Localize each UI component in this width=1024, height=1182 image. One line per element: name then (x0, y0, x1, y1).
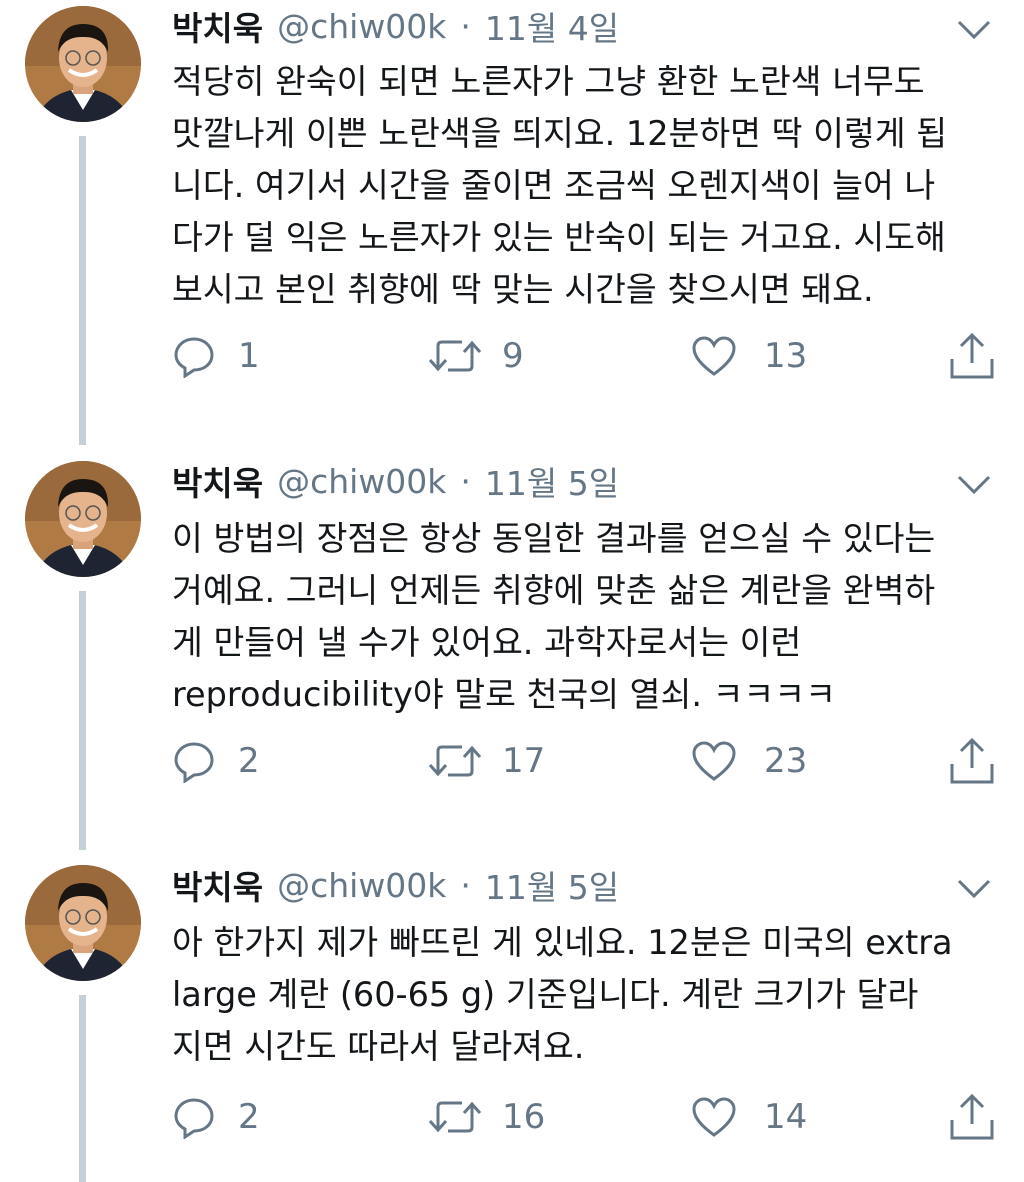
separator: · (460, 461, 471, 501)
retweet-button[interactable]: 17 (426, 731, 545, 791)
heart-icon (690, 739, 738, 783)
like-count: 14 (764, 1097, 808, 1137)
like-button[interactable]: 23 (690, 731, 807, 791)
tweet[interactable]: 박치욱 @chiw00k · 11월 5일 이 방법의 장점은 항상 동일한 결… (0, 455, 1024, 850)
display-name[interactable]: 박치욱 (172, 2, 263, 50)
share-button[interactable] (948, 326, 996, 386)
tweet-text-line: 거예요. 그러니 언제든 취향에 맞춘 삶은 계란을 완벽하 (172, 571, 936, 610)
chevron-down-icon[interactable] (956, 473, 992, 497)
timestamp[interactable]: 11월 5일 (485, 457, 619, 505)
tweet-text-line: 다가 덜 익은 노른자가 있는 반숙이 되는 거고요. 시도해 (172, 218, 946, 257)
handle[interactable]: @chiw00k (277, 866, 446, 905)
tweet-text-line: 맛깔나게 이쁜 노란색을 띄지요. 12분하면 딱 이렇게 됩 (172, 114, 948, 153)
tweet-text-line: 아 한가지 제가 빠뜨린 게 있네요. 12분은 미국의 extra (172, 923, 953, 962)
reply-count: 1 (238, 336, 260, 376)
avatar[interactable] (25, 865, 141, 981)
reply-button[interactable]: 2 (172, 731, 260, 791)
tweet[interactable]: 박치욱 @chiw00k · 11월 4일 적당히 완숙이 되면 노른자가 그냥… (0, 0, 1024, 445)
reply-count: 2 (238, 741, 260, 781)
share-icon (948, 331, 996, 381)
handle[interactable]: @chiw00k (277, 462, 446, 501)
tweet-header: 박치욱 @chiw00k · 11월 5일 (172, 455, 619, 507)
thread-line (79, 591, 86, 850)
avatar[interactable] (25, 6, 141, 122)
display-name[interactable]: 박치욱 (172, 457, 263, 505)
retweet-count: 9 (502, 336, 524, 376)
tweet-text-line: 적당히 완숙이 되면 노른자가 그냥 환한 노란색 너무도 (172, 62, 925, 101)
action-bar: 1 9 13 (0, 326, 1024, 386)
reply-count: 2 (238, 1097, 260, 1137)
tweet-text-line: 게 만들어 낼 수가 있어요. 과학자로서는 이런 (172, 623, 802, 662)
timestamp[interactable]: 11월 5일 (485, 861, 619, 909)
retweet-icon (426, 739, 484, 783)
tweet[interactable]: 박치욱 @chiw00k · 11월 5일 아 한가지 제가 빠뜨린 게 있네요… (0, 859, 1024, 1182)
share-icon (948, 736, 996, 786)
chevron-down-icon[interactable] (956, 877, 992, 901)
avatar[interactable] (25, 461, 141, 577)
reply-button[interactable]: 1 (172, 326, 260, 386)
share-button[interactable] (948, 1087, 996, 1147)
heart-icon (690, 1095, 738, 1139)
tweet-header: 박치욱 @chiw00k · 11월 4일 (172, 0, 619, 52)
reply-icon (172, 739, 216, 783)
thread-line (79, 136, 86, 445)
tweet-header: 박치욱 @chiw00k · 11월 5일 (172, 859, 619, 911)
separator: · (460, 6, 471, 46)
like-button[interactable]: 14 (690, 1087, 807, 1147)
retweet-button[interactable]: 9 (426, 326, 524, 386)
separator: · (460, 865, 471, 905)
tweet-text-line: 이 방법의 장점은 항상 동일한 결과를 얻으실 수 있다는 (172, 519, 936, 558)
timestamp[interactable]: 11월 4일 (485, 2, 619, 50)
like-count: 23 (764, 741, 808, 781)
tweet-text-line: large 계란 (60-65 g) 기준입니다. 계란 크기가 달라 (172, 975, 919, 1014)
retweet-icon (426, 334, 484, 378)
like-count: 13 (764, 336, 808, 376)
retweet-icon (426, 1095, 484, 1139)
reply-icon (172, 1095, 216, 1139)
retweet-count: 16 (502, 1097, 546, 1137)
reply-button[interactable]: 2 (172, 1087, 260, 1147)
action-bar: 2 17 23 (0, 731, 1024, 791)
chevron-down-icon[interactable] (956, 18, 992, 42)
tweet-text: 적당히 완숙이 되면 노른자가 그냥 환한 노란색 너무도 맛깔나게 이쁜 노란… (172, 56, 1002, 316)
like-button[interactable]: 13 (690, 326, 807, 386)
share-icon (948, 1092, 996, 1142)
handle[interactable]: @chiw00k (277, 7, 446, 46)
share-button[interactable] (948, 731, 996, 791)
display-name[interactable]: 박치욱 (172, 861, 263, 909)
tweet-text: 아 한가지 제가 빠뜨린 게 있네요. 12분은 미국의 extra large… (172, 917, 1002, 1073)
retweet-count: 17 (502, 741, 546, 781)
retweet-button[interactable]: 16 (426, 1087, 545, 1147)
tweet-text-line: reproducibility야 말로 천국의 열쇠. ㅋㅋㅋㅋ (172, 675, 836, 714)
action-bar: 2 16 14 (0, 1087, 1024, 1147)
heart-icon (690, 334, 738, 378)
tweet-text: 이 방법의 장점은 항상 동일한 결과를 얻으실 수 있다는 거예요. 그러니 … (172, 513, 1002, 721)
tweet-text-line: 보시고 본인 취향에 딱 맞는 시간을 찾으시면 돼요. (172, 270, 874, 309)
reply-icon (172, 334, 216, 378)
tweet-text-line: 지면 시간도 따라서 달라져요. (172, 1027, 585, 1066)
tweet-text-line: 니다. 여기서 시간을 줄이면 조금씩 오렌지색이 늘어 나 (172, 166, 936, 205)
